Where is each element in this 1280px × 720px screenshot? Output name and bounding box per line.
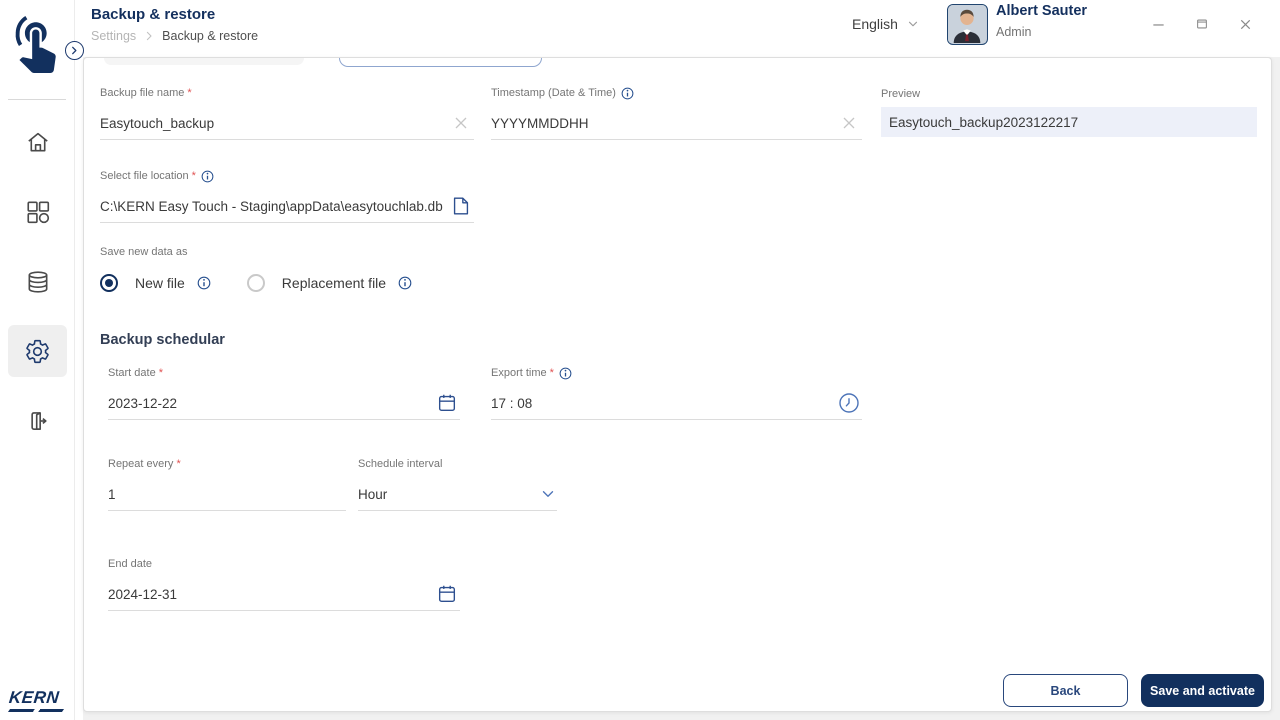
schedule-interval-field: Schedule interval <box>358 457 557 511</box>
required-asterisk: * <box>158 367 163 379</box>
breadcrumb-parent[interactable]: Settings <box>91 29 136 43</box>
preview-value: Easytouch_backup2023122217 <box>881 107 1257 137</box>
schedule-interval-label: Schedule interval <box>358 458 443 470</box>
file-location-label: Select file location * <box>100 169 474 183</box>
end-date-input[interactable] <box>108 586 434 602</box>
avatar[interactable] <box>947 4 988 45</box>
schedule-interval-dropdown[interactable] <box>358 478 557 511</box>
start-date-input[interactable] <box>108 395 434 411</box>
app-window: KERN Backup & restore Settings Backup & … <box>0 0 1280 720</box>
repeat-every-label: Repeat every * <box>108 458 181 470</box>
export-time-field: Export time * <box>491 366 862 420</box>
backup-file-name-label: Backup file name * <box>100 87 192 99</box>
clock-icon[interactable] <box>836 390 862 416</box>
back-button[interactable]: Back <box>1003 674 1128 707</box>
kern-brand-text: KERN <box>8 688 61 707</box>
breadcrumb-current: Backup & restore <box>162 29 259 43</box>
end-date-label: End date <box>108 558 153 570</box>
file-location-input[interactable] <box>100 198 448 214</box>
timestamp-input[interactable] <box>491 115 836 131</box>
info-icon[interactable] <box>197 276 211 290</box>
schedule-interval-value[interactable] <box>358 486 535 502</box>
save-and-activate-button[interactable]: Save and activate <box>1141 674 1264 707</box>
breadcrumb-chevron-icon <box>145 31 153 41</box>
scheduler-section-heading: Backup schedular <box>100 332 225 348</box>
radio-new-file[interactable] <box>100 274 118 292</box>
kern-brand-underline <box>7 709 65 712</box>
start-date-field: Start date * <box>108 366 460 420</box>
info-icon[interactable] <box>398 276 412 290</box>
radio-replacement-file-label[interactable]: Replacement file <box>282 275 386 291</box>
content-card: Backup file name * Timestamp (Date & Tim… <box>83 57 1272 712</box>
info-icon[interactable] <box>621 87 634 100</box>
easytouch-logo-icon <box>8 12 66 78</box>
sidebar-expand-button[interactable] <box>65 41 84 60</box>
sidebar-item-database[interactable] <box>8 256 67 308</box>
info-icon[interactable] <box>201 170 214 183</box>
kern-brand-logo: KERN <box>7 688 69 712</box>
radio-replacement-file[interactable] <box>246 274 265 292</box>
breadcrumb: Settings Backup & restore <box>91 29 258 43</box>
user-name[interactable]: Albert Sauter <box>996 3 1087 19</box>
calendar-icon[interactable] <box>434 390 460 416</box>
preview-label: Preview <box>881 88 921 100</box>
chevron-down-icon[interactable] <box>535 481 561 507</box>
gear-icon <box>24 338 51 365</box>
page-title: Backup & restore <box>91 6 216 23</box>
tab-partial-left[interactable] <box>104 58 304 65</box>
info-icon[interactable] <box>559 367 572 380</box>
clear-backup-file-name-icon[interactable] <box>448 110 474 136</box>
chevron-right-icon <box>70 46 79 55</box>
clear-timestamp-icon[interactable] <box>836 110 862 136</box>
repeat-every-field: Repeat every * <box>108 457 346 511</box>
required-asterisk: * <box>191 170 196 182</box>
tab-partial-right[interactable] <box>339 58 542 67</box>
end-date-field: End date <box>108 557 460 611</box>
backup-file-name-field: Backup file name * <box>100 86 474 140</box>
logout-icon <box>25 408 51 434</box>
sidebar-item-logout[interactable] <box>8 395 67 447</box>
save-new-data-as-group: Save new data as New file Replacement fi… <box>100 246 412 292</box>
timestamp-field: Timestamp (Date & Time) <box>491 86 862 140</box>
radio-new-file-label[interactable]: New file <box>135 275 185 291</box>
window-close-button[interactable] <box>1232 11 1258 37</box>
required-asterisk: * <box>549 367 554 379</box>
sidebar-item-apps[interactable] <box>8 186 67 238</box>
preview-field: Preview Easytouch_backup2023122217 <box>881 87 1257 137</box>
file-location-field: Select file location * <box>100 169 474 223</box>
language-value: English <box>852 16 898 32</box>
browse-file-icon[interactable] <box>448 193 474 219</box>
repeat-every-input[interactable] <box>108 486 346 502</box>
sidebar-divider <box>8 99 66 100</box>
language-selector[interactable]: English <box>852 16 920 32</box>
timestamp-label: Timestamp (Date & Time) <box>491 86 862 100</box>
sidebar: KERN <box>0 0 75 720</box>
required-asterisk: * <box>187 87 192 99</box>
top-bar: Backup & restore Settings Backup & resto… <box>75 0 1280 57</box>
calendar-icon[interactable] <box>434 581 460 607</box>
sidebar-item-settings[interactable] <box>8 325 67 377</box>
window-maximize-button[interactable] <box>1189 11 1215 37</box>
apps-grid-icon <box>25 199 51 225</box>
window-minimize-button[interactable] <box>1145 11 1171 37</box>
save-new-data-as-label: Save new data as <box>100 246 188 258</box>
start-date-label: Start date * <box>108 367 163 379</box>
export-time-label: Export time * <box>491 366 862 380</box>
chevron-down-icon <box>906 17 920 31</box>
user-role: Admin <box>996 25 1032 39</box>
export-time-input[interactable] <box>491 395 836 411</box>
home-icon <box>25 129 51 155</box>
backup-file-name-input[interactable] <box>100 115 448 131</box>
required-asterisk: * <box>176 458 181 470</box>
sidebar-item-home[interactable] <box>8 116 67 168</box>
database-icon <box>25 269 51 295</box>
